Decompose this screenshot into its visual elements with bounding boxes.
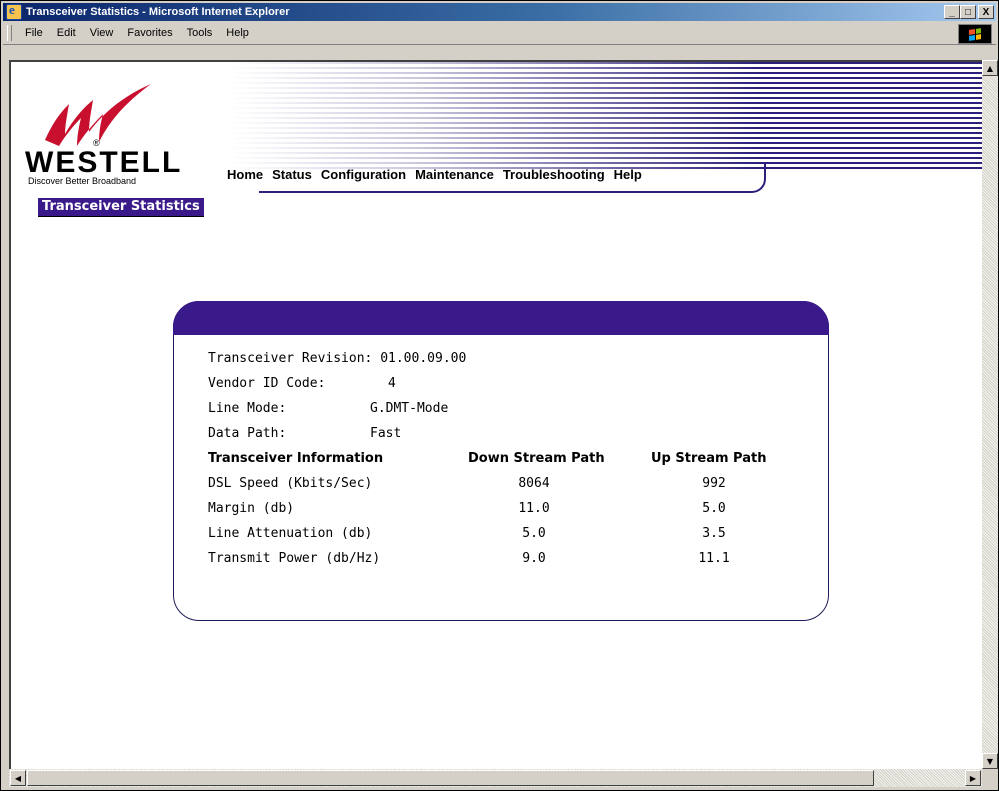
menu-bar: File Edit View Favorites Tools Help [3, 22, 996, 45]
minimize-button[interactable]: _ [944, 5, 960, 19]
ie-icon [6, 2, 22, 20]
title-bar: Transceiver Statistics - Microsoft Inter… [3, 2, 996, 21]
info-revision: Transceiver Revision: 01.00.09.00 [208, 351, 466, 366]
linemode-value: G.DMT-Mode [370, 401, 449, 416]
scroll-up-icon[interactable]: ▲ [982, 60, 998, 76]
menu-file[interactable]: File [18, 27, 50, 39]
vendor-value: 4 [388, 376, 396, 391]
close-button[interactable]: X [978, 5, 994, 19]
window-controls: _ □ X [944, 5, 994, 19]
row-label: Margin (db) [208, 501, 295, 516]
menu-edit[interactable]: Edit [50, 27, 83, 39]
scroll-corner [982, 769, 998, 787]
nav-status[interactable]: Status [272, 167, 312, 182]
header-stripes [231, 62, 984, 172]
scroll-down-icon[interactable]: ▼ [982, 753, 998, 769]
scroll-right-icon[interactable]: ▶ [965, 770, 981, 786]
row-label: Transmit Power (db/Hz) [208, 551, 381, 566]
table-header-down: Down Stream Path [468, 451, 605, 466]
menu-favorites[interactable]: Favorites [120, 27, 179, 39]
nav-help[interactable]: Help [614, 167, 642, 182]
linemode-label: Line Mode: [208, 401, 287, 416]
page-viewport: ® WESTELL Discover Better Broadband Home… [9, 60, 984, 771]
vendor-label: Vendor ID Code: [208, 376, 326, 391]
menu-tools[interactable]: Tools [180, 27, 220, 39]
vertical-scrollbar[interactable]: ▲ ▼ [982, 60, 998, 769]
datapath-value: Fast [370, 426, 402, 441]
toolbar-grip[interactable] [7, 25, 12, 41]
brand-tagline: Discover Better Broadband [28, 176, 137, 186]
main-nav: Home Status Configuration Maintenance Tr… [227, 167, 642, 182]
table-header-up: Up Stream Path [651, 451, 767, 466]
stats-panel: Transceiver Revision: 01.00.09.00 Vendor… [173, 301, 829, 621]
horizontal-scrollbar[interactable]: ◀ ▶ [9, 769, 982, 787]
maximize-button[interactable]: □ [960, 5, 976, 19]
westell-logo[interactable]: ® WESTELL Discover Better Broadband [25, 82, 225, 192]
row-label: DSL Speed (Kbits/Sec) [208, 476, 373, 491]
scroll-left-icon[interactable]: ◀ [10, 770, 26, 786]
nav-configuration[interactable]: Configuration [321, 167, 406, 182]
page-title: Transceiver Statistics [38, 198, 204, 217]
windows-logo-icon [958, 24, 992, 44]
nav-maintenance[interactable]: Maintenance [415, 167, 494, 182]
nav-troubleshooting[interactable]: Troubleshooting [503, 167, 605, 182]
window-title: Transceiver Statistics - Microsoft Inter… [26, 6, 290, 18]
menu-help[interactable]: Help [219, 27, 256, 39]
table-header-info: Transceiver Information [208, 451, 384, 466]
revision-value: 01.00.09.00 [380, 351, 467, 366]
datapath-label: Data Path: [208, 426, 287, 441]
nav-home[interactable]: Home [227, 167, 263, 182]
menu-view[interactable]: View [83, 27, 121, 39]
row-label: Line Attenuation (db) [208, 526, 373, 541]
revision-label: Transceiver Revision: [208, 351, 373, 366]
brand-name: WESTELL [25, 146, 183, 179]
horizontal-scroll-thumb[interactable] [27, 770, 874, 786]
stats-panel-header [173, 301, 829, 335]
